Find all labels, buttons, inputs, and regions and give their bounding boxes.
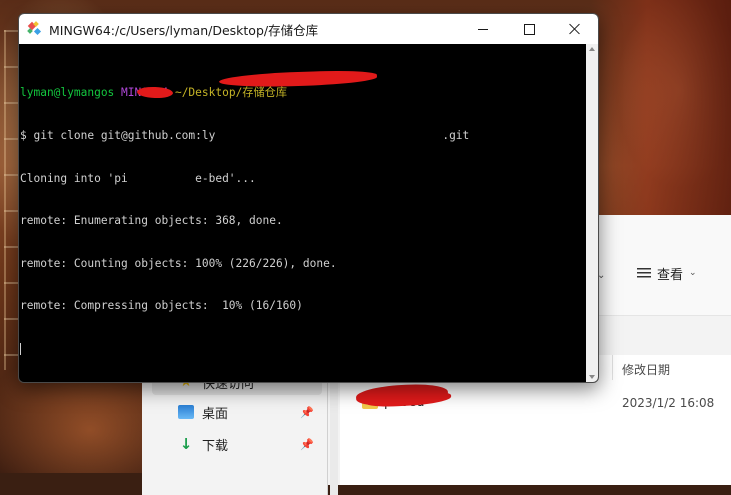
output-line: remote: Compressing objects: 10% (16/160… bbox=[20, 299, 303, 313]
download-icon: ↓ bbox=[179, 435, 193, 453]
prompt-line: lyman@lymangos MINGW64 ~/Desktop/存储仓库 bbox=[20, 86, 586, 100]
minimize-button[interactable] bbox=[460, 14, 506, 44]
maximize-icon bbox=[523, 23, 535, 35]
view-button[interactable]: 查看 ⌄ bbox=[637, 263, 697, 283]
title-bar[interactable]: MINGW64:/c/Users/lyman/Desktop/存储仓库 bbox=[19, 14, 598, 44]
maximize-button[interactable] bbox=[506, 14, 552, 44]
column-separator[interactable] bbox=[612, 355, 613, 380]
cursor-line bbox=[20, 342, 586, 356]
text-cursor bbox=[20, 342, 21, 355]
prompt-path: ~/Desktop/存储仓库 bbox=[174, 86, 288, 100]
output-line: remote: Enumerating objects: 368, done. bbox=[20, 214, 283, 228]
nav-item-label: 桌面 bbox=[202, 406, 229, 422]
window-controls bbox=[460, 14, 598, 44]
nav-item-downloads[interactable]: ↓ 下载 📌 bbox=[152, 431, 322, 457]
output-line: $ git clone git@github.com:ly .git bbox=[20, 129, 586, 143]
view-button-label: 查看 bbox=[657, 267, 684, 283]
desktop-icon bbox=[178, 405, 194, 419]
pin-icon[interactable]: 📌 bbox=[300, 406, 314, 419]
output-line: remote: Counting objects: 100% (226/226)… bbox=[20, 256, 337, 270]
list-view-icon bbox=[637, 268, 651, 278]
git-bash-icon bbox=[27, 21, 42, 36]
chevron-down-icon: ⌄ bbox=[689, 268, 697, 278]
wallpaper-curtain bbox=[591, 0, 731, 220]
nav-scrollbar[interactable] bbox=[330, 365, 338, 495]
pin-icon[interactable]: 📌 bbox=[300, 438, 314, 451]
navigation-pane: ★ 快速访问 桌面 📌 ↓ 下载 📌 bbox=[142, 365, 327, 495]
nav-item-label: 下载 bbox=[202, 438, 229, 454]
close-button[interactable] bbox=[552, 14, 598, 44]
scroll-up-icon[interactable] bbox=[589, 47, 595, 51]
command-text: $ git clone git@github.com:ly bbox=[20, 129, 216, 142]
minimize-icon bbox=[478, 28, 488, 30]
nav-item-desktop[interactable]: 桌面 📌 bbox=[152, 399, 322, 425]
close-icon bbox=[569, 23, 581, 35]
command-tail: .git bbox=[442, 129, 470, 142]
window-title: MINGW64:/c/Users/lyman/Desktop/存储仓库 bbox=[49, 22, 319, 38]
output-line: Cloning into 'pi e-bed'... bbox=[20, 171, 256, 185]
pane-splitter[interactable] bbox=[327, 365, 328, 495]
file-date: 2023/1/2 16:08 bbox=[622, 396, 715, 410]
prompt-user: lyman@lymangos bbox=[20, 86, 115, 100]
terminal-output[interactable]: lyman@lymangos MINGW64 ~/Desktop/存储仓库 $ … bbox=[19, 44, 586, 382]
column-header-date-modified[interactable]: 修改日期 bbox=[622, 361, 670, 378]
terminal-scrollbar[interactable] bbox=[586, 44, 598, 382]
scroll-down-icon[interactable] bbox=[589, 375, 595, 379]
terminal-window[interactable]: MINGW64:/c/Users/lyman/Desktop/存储仓库 lyma… bbox=[18, 13, 599, 383]
